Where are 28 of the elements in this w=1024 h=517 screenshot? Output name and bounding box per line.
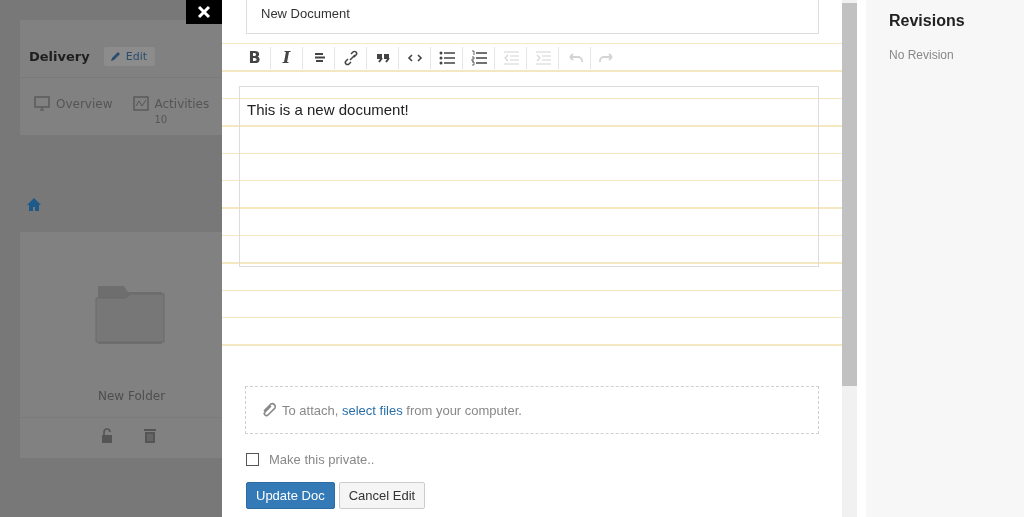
no-revision-text: No Revision <box>889 48 955 62</box>
project-title: Delivery <box>29 48 90 64</box>
bold-button[interactable]: B <box>239 46 271 69</box>
trash-icon[interactable] <box>144 428 156 443</box>
home-icon[interactable] <box>26 197 42 212</box>
padlock-icon[interactable] <box>101 428 113 443</box>
attach-dropzone[interactable]: To attach, select files from your computer. <box>245 386 819 434</box>
scrollbar[interactable] <box>842 0 857 517</box>
update-button[interactable]: Update Doc <box>246 482 335 509</box>
cancel-button[interactable]: Cancel Edit <box>338 482 426 509</box>
attach-instructions: To attach, select files from your computer. <box>282 402 522 418</box>
numbered-list-icon[interactable] <box>470 49 487 66</box>
pencil-icon <box>109 50 121 62</box>
paperclip-icon <box>261 402 277 418</box>
monitor-icon <box>34 96 50 111</box>
title-field[interactable]: New Document <box>246 0 819 34</box>
private-label: Make this private.. <box>269 452 375 467</box>
editor-area[interactable]: This is a new document! <box>239 86 819 267</box>
chart-icon <box>132 96 149 111</box>
document-text: This is a new document! <box>247 101 410 118</box>
private-checkbox[interactable] <box>246 453 259 466</box>
close-icon[interactable] <box>186 0 222 24</box>
select-files-link[interactable]: select files <box>342 402 403 418</box>
italic-button[interactable]: I <box>271 46 303 69</box>
link-icon[interactable] <box>342 49 359 66</box>
revisions-heading: Revisions <box>889 12 966 30</box>
scrollbar-thumb[interactable] <box>842 3 857 386</box>
bullet-list-icon[interactable] <box>438 49 455 66</box>
